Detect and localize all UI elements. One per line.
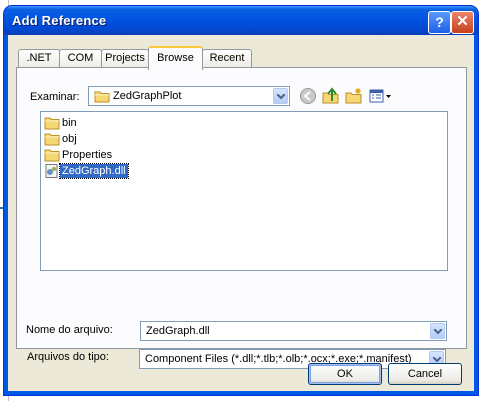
title-bar[interactable]: Add Reference ? ✕ [4,6,478,35]
tab-projects[interactable]: Projects [101,49,149,68]
tab-browse[interactable]: Browse [148,46,203,70]
tab-recent[interactable]: Recent [202,49,252,68]
look-in-combo[interactable]: ZedGraphPlot [88,86,290,106]
dll-file-icon [45,164,58,178]
tab-net[interactable]: .NET [18,49,60,68]
back-icon[interactable] [299,87,317,105]
folder-icon [44,117,60,130]
list-item-label: ZedGraph.dll [59,163,129,179]
folder-icon [94,91,110,103]
filename-combo[interactable]: ZedGraph.dll [140,321,447,341]
filename-dropdown-button[interactable] [430,323,445,339]
close-button[interactable]: ✕ [451,11,474,34]
new-folder-icon[interactable] [345,87,363,105]
browse-panel: Examinar: ZedGraphPlot bin obj Propertie… [16,67,467,349]
folder-icon [44,149,60,162]
look-in-value: ZedGraphPlot [113,90,182,102]
filename-label: Nome do arquivo: [26,324,113,336]
ok-button[interactable]: OK [308,363,382,385]
list-item-label: obj [62,133,77,145]
add-reference-dialog: Add Reference ? ✕ .NET COM Projects Brow… [4,6,478,395]
help-icon: ? [435,14,444,30]
cancel-button[interactable]: Cancel [388,363,462,385]
dialog-body: .NET COM Projects Browse Recent Examinar… [8,35,474,391]
chevron-down-icon [433,357,441,362]
up-folder-icon[interactable] [322,87,340,105]
help-button[interactable]: ? [428,11,451,34]
filetype-label: Arquivos do tipo: [27,351,109,363]
look-in-dropdown-button[interactable] [273,88,288,104]
folder-icon [44,133,60,146]
look-in-label: Examinar: [30,91,80,103]
filename-value: ZedGraph.dll [146,325,210,337]
view-menu-icon[interactable] [369,87,393,105]
list-item-label: bin [62,117,77,129]
close-icon: ✕ [456,13,469,30]
list-item-label: Properties [62,149,113,161]
tab-com[interactable]: COM [59,49,102,68]
file-list[interactable]: bin obj Properties ZedGraph.dll [40,111,448,271]
dialog-title: Add Reference [12,13,107,28]
chevron-down-icon [277,94,285,99]
chevron-down-icon [434,329,442,334]
